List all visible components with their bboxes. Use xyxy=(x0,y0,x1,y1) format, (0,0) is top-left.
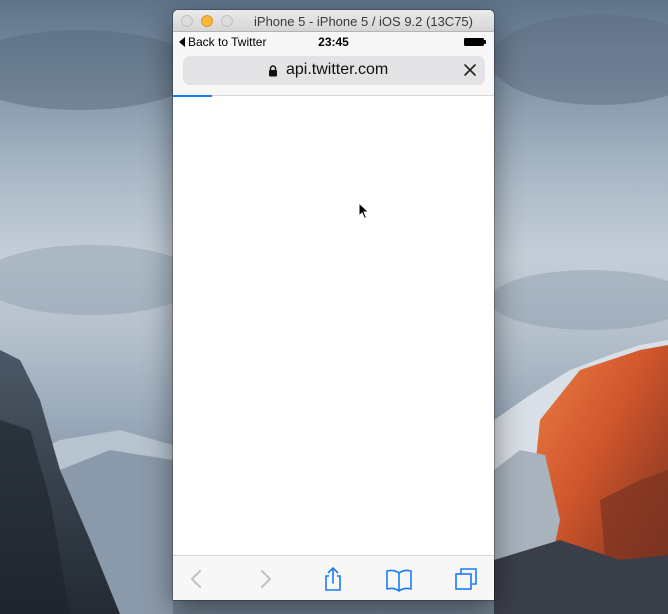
tabs-icon[interactable] xyxy=(452,565,480,593)
back-arrow-icon[interactable] xyxy=(183,565,211,593)
close-icon[interactable] xyxy=(463,63,477,77)
window-title: iPhone 5 - iPhone 5 / iOS 9.2 (13C75) xyxy=(254,14,473,29)
bookmarks-icon[interactable] xyxy=(385,565,413,593)
zoom-window-button[interactable] xyxy=(221,15,233,27)
iphone-screen: Back to Twitter 23:45 api.twitter.com xyxy=(173,32,494,600)
address-bar[interactable]: api.twitter.com xyxy=(183,56,485,85)
status-bar: Back to Twitter 23:45 xyxy=(173,32,494,52)
safari-address-area: api.twitter.com xyxy=(173,52,494,96)
battery-full-icon xyxy=(464,38,486,46)
status-time: 23:45 xyxy=(318,35,349,49)
share-icon[interactable] xyxy=(319,565,347,593)
lock-icon xyxy=(269,65,277,77)
safari-toolbar xyxy=(173,555,494,600)
url-text[interactable]: api.twitter.com xyxy=(286,61,388,79)
forward-arrow-icon[interactable] xyxy=(251,565,279,593)
web-content-area[interactable] xyxy=(173,97,494,555)
simulator-window: iPhone 5 - iPhone 5 / iOS 9.2 (13C75) Ba… xyxy=(173,10,494,600)
window-titlebar[interactable]: iPhone 5 - iPhone 5 / iOS 9.2 (13C75) xyxy=(173,10,494,32)
minimize-window-button[interactable] xyxy=(201,15,213,27)
close-window-button[interactable] xyxy=(181,15,193,27)
